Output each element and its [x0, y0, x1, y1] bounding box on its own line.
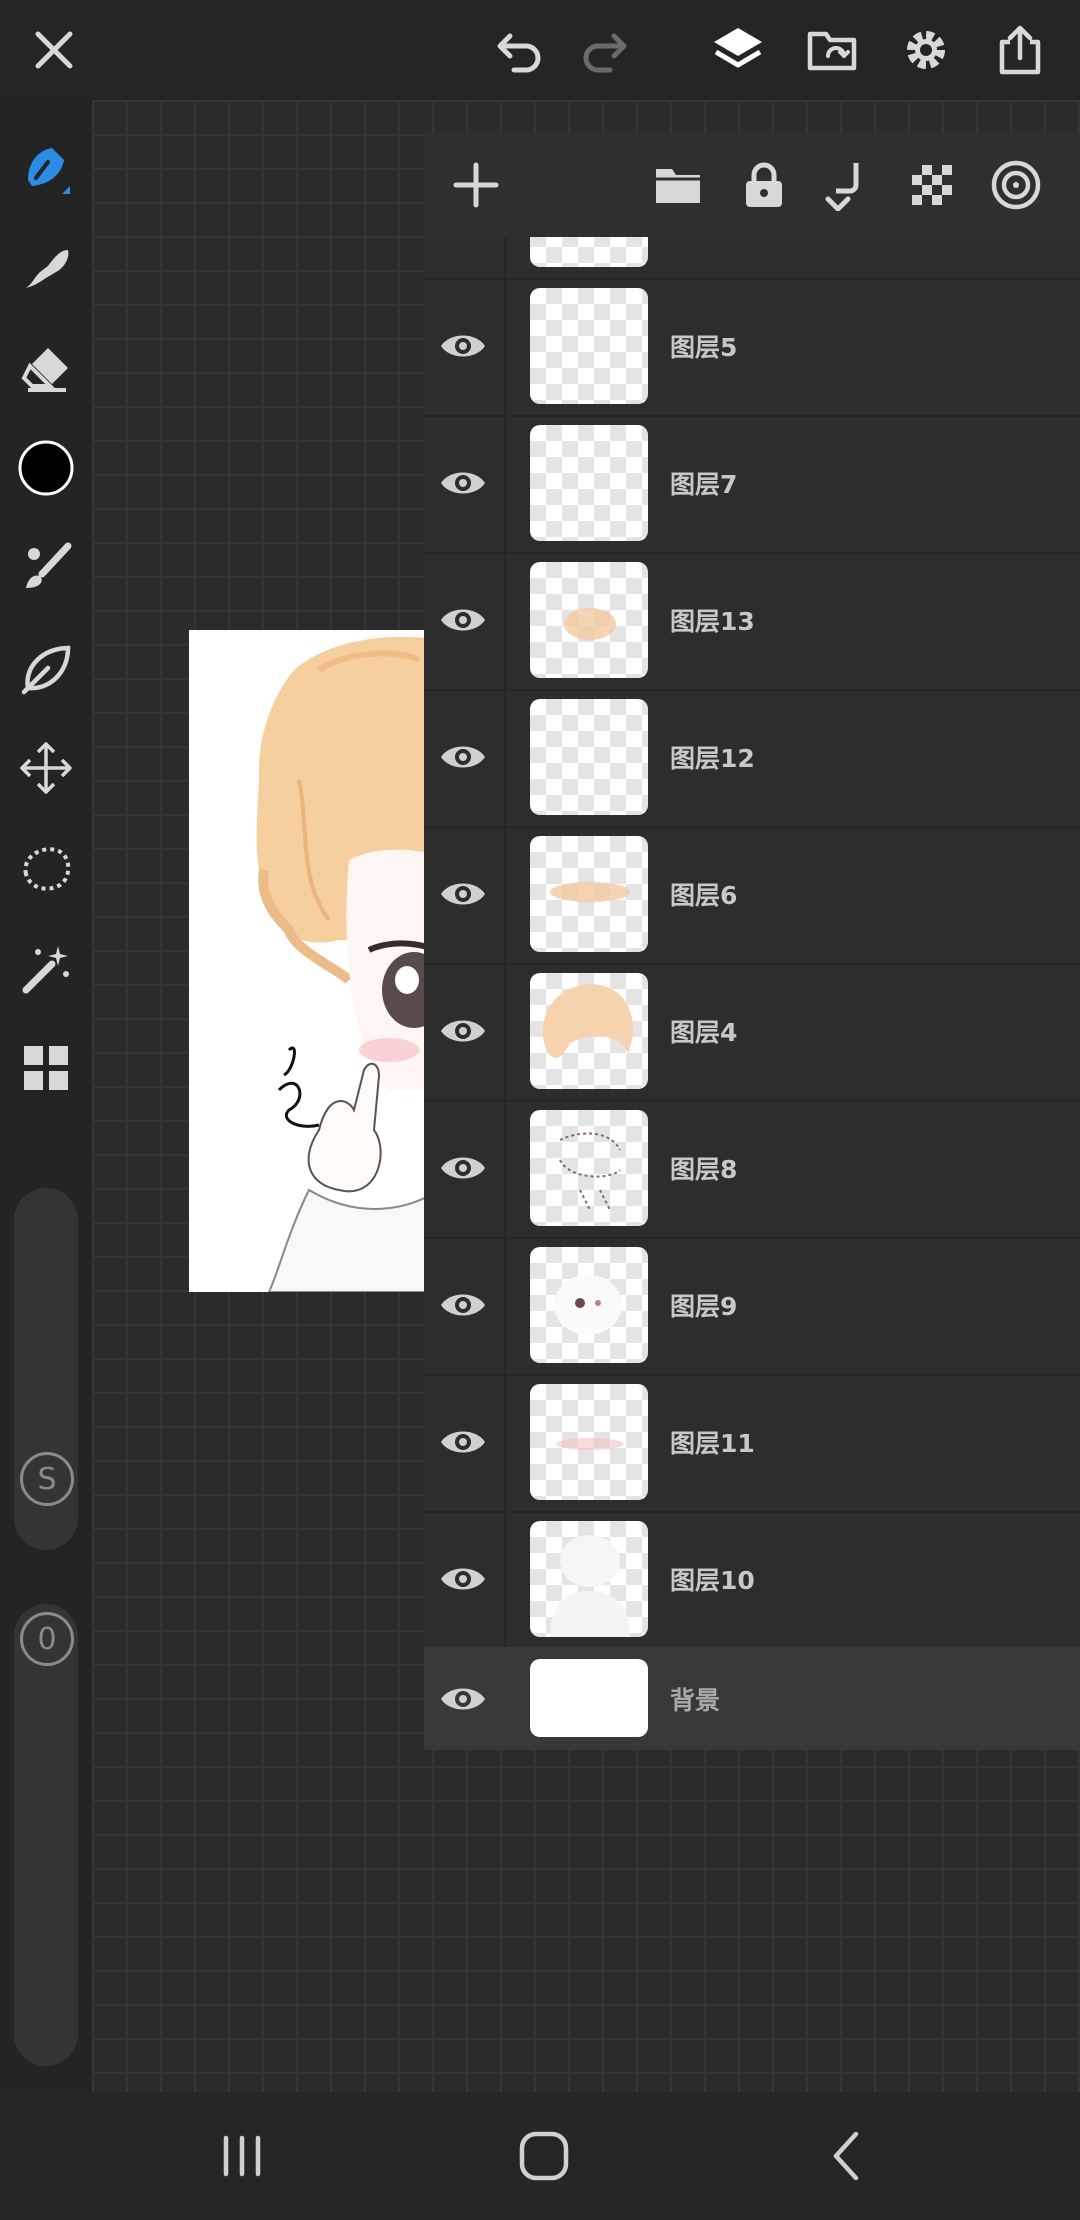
layer-name: 图层5	[670, 333, 738, 362]
eye-column	[424, 826, 506, 963]
layer-row[interactable]: 图层12	[424, 689, 1080, 828]
visibility-eye-icon[interactable]	[438, 872, 488, 916]
layer-name: 图层13	[670, 607, 755, 636]
visibility-eye-icon[interactable]	[438, 1009, 488, 1053]
color-swatch[interactable]	[14, 436, 78, 500]
grid-tool-icon[interactable]	[14, 1036, 78, 1100]
background-layer-row[interactable]: 背景	[424, 1647, 1080, 1750]
visibility-eye-icon[interactable]	[438, 735, 488, 779]
layer-name: 图层6	[670, 881, 738, 910]
eye-column	[424, 237, 506, 278]
layer-thumbnail	[530, 1247, 648, 1363]
merge-down-icon[interactable]	[818, 155, 878, 215]
eye-column	[424, 415, 506, 552]
layer-row[interactable]: 图层9	[424, 1237, 1080, 1376]
settings-icon[interactable]	[894, 18, 958, 82]
eye-column	[424, 1511, 506, 1647]
back-button[interactable]	[818, 2126, 878, 2186]
visibility-eye-icon[interactable]	[438, 461, 488, 505]
layer-thumbnail	[530, 973, 648, 1089]
layer-row[interactable]: 图层4	[424, 963, 1080, 1102]
layer-name: 图层12	[670, 744, 755, 773]
layer-name: 图层10	[670, 1566, 755, 1595]
layer-name: 图层4	[670, 1018, 738, 1047]
layer-thumbnail	[530, 1521, 648, 1637]
system-nav-bar	[0, 2092, 1080, 2220]
visibility-eye-icon[interactable]	[438, 1557, 488, 1601]
layer-row[interactable]: 图层7	[424, 415, 1080, 554]
liquify-tool-icon[interactable]	[14, 636, 78, 700]
eraser-tool-icon[interactable]	[14, 336, 78, 400]
layer-name: 图层7	[670, 470, 738, 499]
visibility-eye-icon[interactable]	[438, 1146, 488, 1190]
recents-button[interactable]	[212, 2126, 272, 2186]
brush-size-label: S	[20, 1452, 74, 1506]
import-icon[interactable]	[800, 18, 864, 82]
layers-panel: 图层5 图层7 图层13 图层12 图层6 图层4 图层8 图层9 图层11 图…	[424, 133, 1080, 1750]
folder-icon[interactable]	[648, 155, 708, 215]
redo-icon[interactable]	[572, 18, 636, 82]
layer-row[interactable]: 图层6	[424, 826, 1080, 965]
layers-icon[interactable]	[706, 18, 770, 82]
layer-name: 图层8	[670, 1155, 738, 1184]
visibility-eye-icon[interactable]	[438, 598, 488, 642]
tool-sidebar: S 0	[0, 100, 92, 2092]
layer-name: 图层11	[670, 1429, 755, 1458]
layer-thumbnail	[530, 425, 648, 541]
share-icon[interactable]	[988, 18, 1052, 82]
layer-thumbnail	[530, 699, 648, 815]
layer-thumbnail	[530, 836, 648, 952]
layer-row[interactable]: 图层8	[424, 1100, 1080, 1239]
brush-tool-icon[interactable]	[14, 136, 78, 200]
target-icon[interactable]	[986, 155, 1046, 215]
visibility-eye-icon[interactable]	[438, 1677, 488, 1721]
background-thumbnail	[530, 1659, 648, 1737]
layer-row[interactable]: 图层11	[424, 1374, 1080, 1513]
add-layer-icon[interactable]	[446, 155, 506, 215]
brush-opacity-label: 0	[20, 1612, 74, 1666]
transform-tool-icon[interactable]	[14, 736, 78, 800]
layer-thumbnail	[530, 1384, 648, 1500]
top-bar	[0, 0, 1080, 100]
layer-thumbnail	[530, 288, 648, 404]
brush-opacity-slider[interactable]: 0	[14, 1604, 78, 2066]
eye-column	[424, 1374, 506, 1511]
visibility-eye-icon[interactable]	[438, 1283, 488, 1327]
layer-row-partial[interactable]	[424, 237, 1080, 280]
layer-list[interactable]: 图层5 图层7 图层13 图层12 图层6 图层4 图层8 图层9 图层11 图…	[424, 237, 1080, 1647]
layer-thumbnail	[530, 237, 648, 267]
lasso-tool-icon[interactable]	[14, 836, 78, 900]
layer-name: 图层9	[670, 1292, 738, 1321]
brush-size-slider[interactable]: S	[14, 1188, 78, 1550]
layers-toolbar	[424, 133, 1080, 237]
lock-icon[interactable]	[734, 155, 794, 215]
smudge-tool-icon[interactable]	[14, 236, 78, 300]
background-layer-name: 背景	[670, 1686, 721, 1715]
eye-column	[424, 689, 506, 826]
undo-icon[interactable]	[488, 18, 552, 82]
layer-thumbnail	[530, 562, 648, 678]
magic-wand-tool-icon[interactable]	[14, 936, 78, 1000]
eye-column	[424, 552, 506, 689]
eye-column	[424, 1100, 506, 1237]
visibility-eye-icon[interactable]	[438, 324, 488, 368]
layer-row[interactable]: 图层5	[424, 278, 1080, 417]
layer-thumbnail	[530, 1110, 648, 1226]
layer-row[interactable]: 图层10	[424, 1511, 1080, 1647]
eye-column	[424, 278, 506, 415]
visibility-eye-icon[interactable]	[438, 1420, 488, 1464]
transparency-icon[interactable]	[902, 155, 962, 215]
layer-row[interactable]: 图层13	[424, 552, 1080, 691]
home-button[interactable]	[514, 2126, 574, 2186]
close-icon[interactable]	[22, 18, 86, 82]
paint-tool-icon[interactable]	[14, 536, 78, 600]
eye-column	[424, 963, 506, 1100]
eye-column	[424, 1237, 506, 1374]
